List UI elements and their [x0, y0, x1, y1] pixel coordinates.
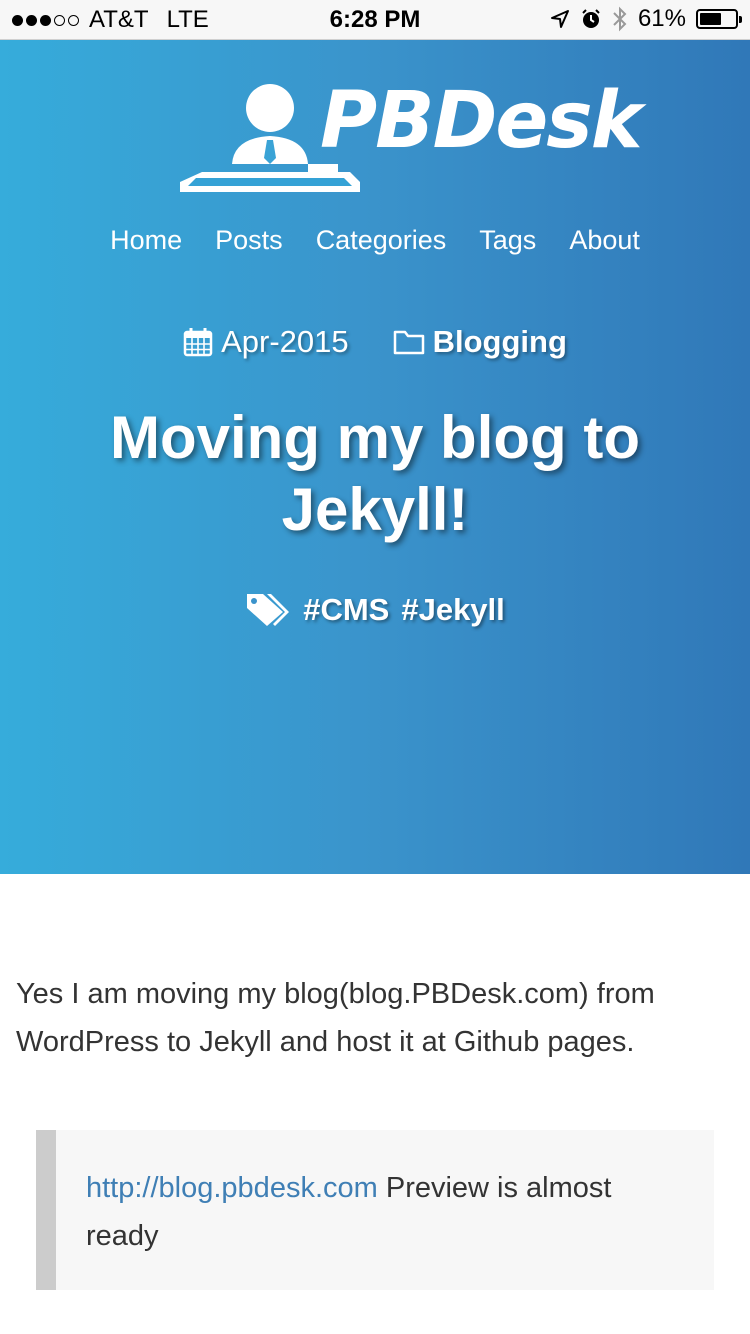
nav-posts[interactable]: Posts — [215, 225, 283, 256]
post-category-text[interactable]: Blogging — [433, 324, 567, 360]
tag-link[interactable]: #CMS — [303, 592, 389, 628]
post-tags: #CMS #Jekyll — [0, 592, 750, 628]
post-blockquote: http://blog.pbdesk.com Preview is almost… — [36, 1130, 714, 1290]
post-date-text: Apr-2015 — [221, 324, 349, 359]
post-meta: Apr-2015 Blogging — [0, 324, 750, 360]
post-date: Apr-2015 — [183, 324, 349, 360]
main-nav: Home Posts Categories Tags About — [0, 225, 750, 256]
folder-icon — [393, 330, 424, 355]
tags-icon — [247, 594, 290, 626]
status-bar: AT&T LTE 6:28 PM 61% — [0, 0, 750, 40]
alarm-icon — [582, 9, 600, 28]
nav-tags[interactable]: Tags — [479, 225, 536, 256]
battery-percent: 61% — [637, 5, 686, 32]
status-right: 61% — [550, 5, 742, 33]
logo-text: PBDesk — [320, 76, 643, 166]
nav-about[interactable]: About — [569, 225, 640, 256]
post-header-hero: PBDesk Home Posts Categories Tags About … — [0, 40, 750, 874]
calendar-icon — [183, 328, 213, 357]
quote-link[interactable]: http://blog.pbdesk.com — [86, 1172, 378, 1204]
site-logo[interactable]: PBDesk — [180, 78, 643, 200]
post-title: Moving my blog to Jekyll! — [110, 404, 640, 543]
location-arrow-icon — [550, 10, 569, 28]
post-category[interactable]: Blogging — [393, 324, 567, 360]
post-body-paragraph: Yes I am moving my blog(blog.PBDesk.com)… — [16, 978, 655, 1058]
battery-fill — [700, 13, 721, 25]
nav-home[interactable]: Home — [110, 225, 182, 256]
nav-categories[interactable]: Categories — [316, 225, 447, 256]
battery-icon — [696, 9, 742, 29]
tag-link[interactable]: #Jekyll — [401, 592, 504, 628]
bluetooth-icon — [613, 6, 627, 32]
battery-nub — [739, 16, 742, 23]
